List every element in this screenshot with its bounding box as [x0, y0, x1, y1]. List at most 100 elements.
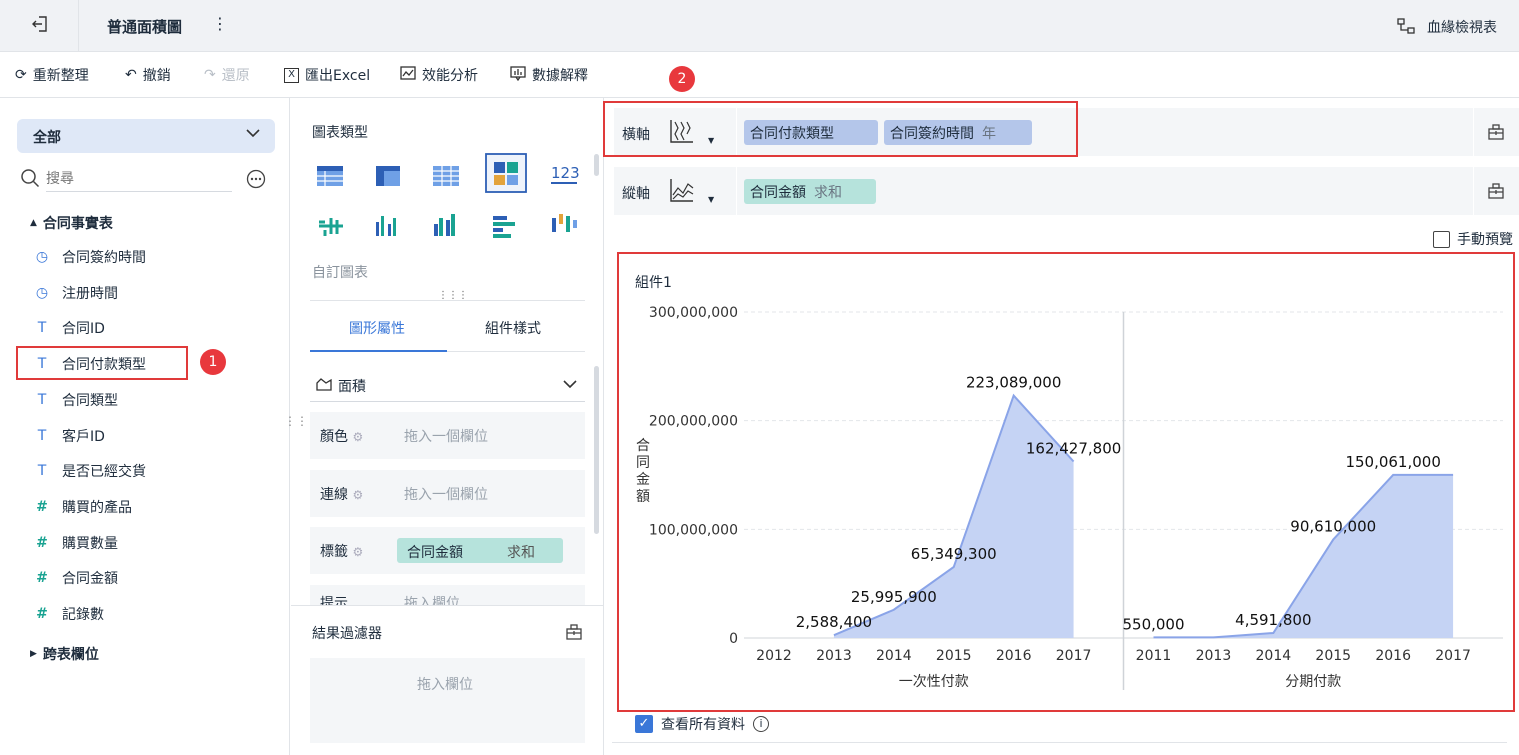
field-label: 購買數量 [62, 535, 118, 552]
gear-icon[interactable]: ⚙ [352, 545, 363, 559]
field-label: 合同金額 [62, 571, 118, 588]
chart-title: 組件1 [635, 275, 672, 291]
x-tick-label: 2013 [1196, 648, 1232, 664]
y-field-pill-contract-amount[interactable]: 合同金額 求和 [744, 179, 876, 204]
field-item[interactable]: # 購買數量 [34, 531, 118, 555]
gear-icon[interactable]: ⚙ [352, 488, 363, 502]
scrollbar-thumb[interactable] [594, 366, 599, 534]
text-type-icon: T [37, 427, 47, 444]
data-label: 90,610,000 [1290, 518, 1376, 536]
caret-down-icon[interactable]: ▼ [708, 195, 714, 204]
x-tick-label: 2017 [1435, 648, 1471, 664]
field-item[interactable]: T 是否已經交貨 [34, 459, 146, 483]
tab-graph-properties[interactable]: 圖形屬性 [310, 308, 447, 352]
gear-icon[interactable]: ⚙ [352, 430, 363, 444]
clock-icon: ◷ [35, 249, 49, 265]
divider [1473, 108, 1474, 156]
field-item[interactable]: T 客戶ID [34, 424, 105, 448]
custom-chart-label[interactable]: 自訂圖表 [312, 262, 368, 282]
export-excel-button[interactable]: X 匯出Excel [284, 65, 370, 85]
text-type-icon: T [37, 463, 47, 480]
field-label: 記錄數 [62, 607, 104, 623]
data-label: 150,061,000 [1345, 453, 1440, 471]
highlight-box-field [16, 346, 188, 380]
x-tick-label: 2014 [1256, 648, 1292, 664]
field-item[interactable]: ◷ 合同簽約時間 [34, 245, 146, 269]
field-item[interactable]: # 記錄數 [34, 602, 104, 626]
y-axis-settings-icon[interactable] [1488, 183, 1504, 203]
mark-type-select[interactable]: 面積 [310, 370, 585, 402]
detail-chart-icon[interactable] [433, 166, 459, 186]
filter-settings-icon[interactable] [566, 624, 582, 644]
redo-button[interactable]: ↷ 還原 [204, 65, 250, 85]
explain-icon [510, 65, 526, 85]
field-label: 合同ID [62, 321, 105, 338]
label-field-pill[interactable]: 合同金額 求和 [397, 538, 563, 563]
treemap-chart-icon[interactable] [485, 153, 527, 193]
view-all-data-checkbox[interactable]: ✓ 查看所有資料 i [635, 714, 769, 734]
field-label: 合同簽約時間 [62, 250, 146, 266]
text-type-icon: T [37, 320, 47, 337]
result-filter-section: 結果過濾器 拖入欄位 [291, 605, 604, 755]
field-item[interactable]: T 合同類型 [34, 388, 118, 412]
y-axis-label: 縱軸 [622, 186, 650, 202]
x-axis-settings-icon[interactable] [1488, 124, 1504, 144]
data-label: 223,089,000 [966, 374, 1061, 392]
data-label: 2,588,400 [796, 613, 872, 631]
grouped-bar-chart-icon[interactable] [434, 214, 455, 236]
property-panel: 圖表類型 123 自訂圖表 ⋮⋮⋮ 圖形屬性 組件樣式 面積 顏色 ⚙ 拖入一個… [291, 98, 604, 755]
info-icon[interactable]: i [753, 716, 769, 732]
horizontal-bar-chart-icon[interactable] [493, 216, 515, 238]
scrollbar-track [612, 742, 1507, 743]
area-icon [316, 376, 332, 396]
line-field-well[interactable]: 連線 ⚙ 拖入一個欄位 [310, 470, 585, 517]
exit-icon[interactable] [30, 14, 50, 34]
tooltip-field-well[interactable]: 提示 拖入欄位 [310, 585, 585, 605]
crosstab-chart-icon[interactable] [376, 166, 400, 186]
data-explain-button[interactable]: 數據解釋 [510, 65, 588, 85]
more-menu-icon[interactable]: ⋮ [212, 14, 228, 33]
search-input[interactable] [46, 166, 232, 192]
number-type-icon: # [36, 534, 48, 551]
y-axis-type-icon[interactable] [669, 177, 695, 207]
lineage-icon[interactable] [1396, 16, 1416, 40]
divider [1473, 167, 1474, 215]
label-field-well[interactable]: 標籤 ⚙ 合同金額 求和 [310, 527, 585, 574]
y-tick-label: 0 [729, 631, 738, 647]
cross-table-node[interactable]: ▶ 跨表欄位 [30, 644, 99, 664]
range-bar-chart-icon[interactable] [552, 214, 577, 232]
table-node[interactable]: ▲ 合同事實表 [30, 213, 113, 233]
data-label: 65,349,300 [911, 545, 997, 563]
field-label: 客戶ID [62, 428, 105, 445]
lineage-view-button[interactable]: 血緣檢視表 [1427, 17, 1497, 37]
drag-handle-icon[interactable]: ⋮⋮⋮ [438, 290, 468, 301]
x-tick-label: 2012 [756, 648, 792, 664]
more-options-icon[interactable] [246, 169, 266, 193]
field-item[interactable]: ◷ 注册時間 [34, 281, 118, 305]
scope-select[interactable]: 全部 [17, 119, 275, 153]
refresh-button[interactable]: ⟳ 重新整理 [15, 65, 89, 85]
x-tick-label: 2013 [816, 648, 852, 664]
color-field-well[interactable]: 顏色 ⚙ 拖入一個欄位 [310, 412, 585, 459]
field-item[interactable]: T 合同ID [34, 316, 105, 340]
caret-down-icon: ▲ [30, 218, 37, 228]
x-tick-label: 2014 [876, 648, 912, 664]
dot-bar-chart-icon[interactable] [319, 218, 343, 236]
number-type-icon: # [36, 606, 48, 622]
tab-component-style[interactable]: 組件樣式 [447, 308, 585, 352]
kpi-chart-icon[interactable]: 123 [551, 164, 580, 184]
y-tick-label: 200,000,000 [649, 414, 738, 430]
undo-button[interactable]: ↶ 撤銷 [125, 65, 171, 85]
field-item[interactable]: # 購買的產品 [34, 495, 132, 519]
manual-preview-checkbox[interactable]: 手動預覽 [1433, 229, 1513, 249]
scrollbar-thumb[interactable] [594, 154, 599, 176]
table-chart-icon[interactable] [317, 166, 343, 186]
bar-chart-icon[interactable] [376, 216, 396, 236]
result-filter-dropzone[interactable]: 拖入欄位 [310, 658, 585, 743]
search-icon [20, 168, 40, 192]
number-type-icon: # [36, 498, 48, 515]
field-item[interactable]: # 合同金額 [34, 566, 118, 590]
performance-analysis-button[interactable]: 效能分析 [400, 65, 478, 85]
area-chart: 組件1 0 100,000,000 200,000,000 300,000,000 合同金… [635, 275, 1503, 690]
y-tick-label: 300,000,000 [649, 305, 738, 321]
